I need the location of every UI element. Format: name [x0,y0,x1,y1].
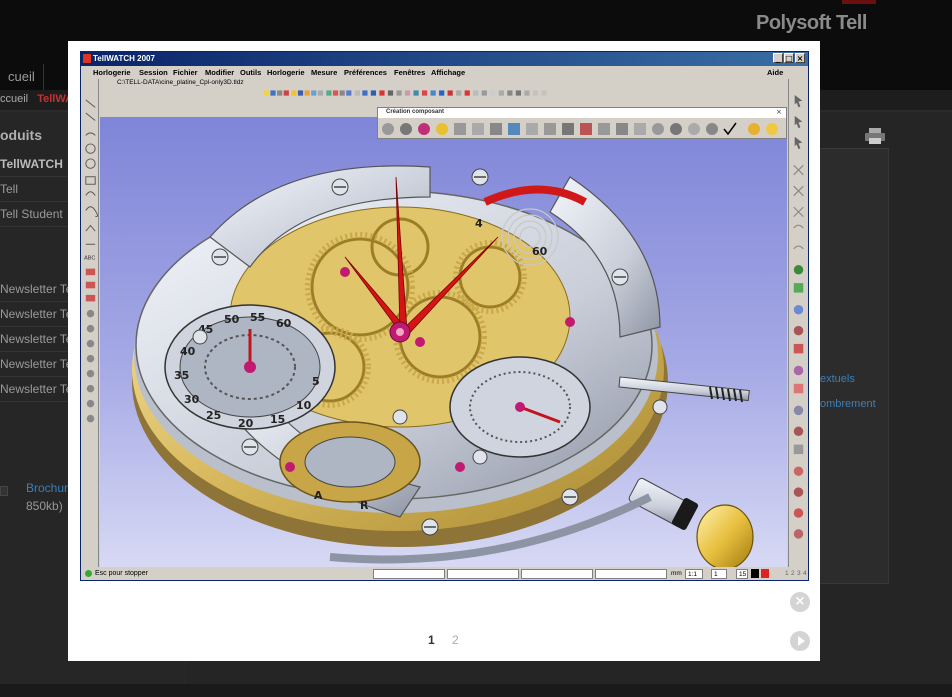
subdial-label: 10 [296,399,312,412]
subdial-label: 40 [180,345,196,358]
close-icon[interactable]: × [790,592,810,612]
minimize-icon[interactable]: _ [773,53,783,63]
app-title: TellWATCH 2007 [93,54,155,63]
menu-session[interactable]: Session [139,68,168,77]
left-toolstrip: ABC [83,79,99,567]
minute-mark-label: 4 [475,217,483,230]
nav-tab-accueil[interactable]: cueil [0,64,44,90]
page-link-2[interactable]: 2 [452,633,459,647]
subdial-label: 60 [276,317,292,330]
svg-text:ABC: ABC [84,255,96,261]
subdial-label: 5 [312,375,320,388]
pagination: 1 2 [428,633,473,647]
rotor-letter: R [360,499,369,512]
watch-movement-render: 60 55 50 45 40 35 30 25 20 15 10 5 4 60 … [132,165,754,567]
palette-title: Création composant [378,108,786,118]
menu-fenetres[interactable]: Fenêtres [394,68,425,77]
component-palette: Création composant × [377,107,787,139]
layer-number[interactable]: 3 [797,570,801,577]
page-footer [0,684,952,697]
close-icon[interactable]: × [795,53,805,63]
menu-outils[interactable]: Outils [240,68,261,77]
subdial-label: 30 [184,393,200,406]
menu-fichier[interactable]: Fichier [173,68,198,77]
right-link-encombrement[interactable]: ombrement [820,398,876,410]
layer-number[interactable]: 4 [803,570,807,577]
menu-affichage[interactable]: Affichage [431,68,465,77]
unit-label: mm [671,570,682,577]
color-swatch-red[interactable] [761,569,769,578]
app-titlebar: TellWATCH 2007 _ □ × [81,52,808,66]
status-field[interactable] [521,569,593,579]
next-icon[interactable] [790,631,810,651]
status-indicator-icon [85,570,92,577]
brochure-size: 850kb) [26,499,63,513]
app-screenshot: TellWATCH 2007 _ □ × Horlogerie Session … [80,51,809,581]
main-toolbar [101,89,716,107]
rotor-letter: A [314,489,323,502]
ratio-field[interactable]: 1:1 [685,569,703,579]
right-panel [815,148,889,584]
palette-tools [382,122,778,136]
right-toolstrip [788,79,808,567]
lightbox: TellWATCH 2007 _ □ × Horlogerie Session … [68,41,820,661]
layer-number[interactable]: 2 [791,570,795,577]
print-icon[interactable] [863,127,887,145]
color-swatch-black[interactable] [751,569,759,578]
3d-viewport[interactable]: 60 55 50 45 40 35 30 25 20 15 10 5 4 60 … [100,117,787,567]
menu-modifier[interactable]: Modifier [205,68,234,77]
menu-horlogerie-2[interactable]: Horlogerie [267,68,305,77]
subdial-label: 55 [250,311,265,324]
page-link-1[interactable]: 1 [428,633,435,647]
subdial-label: 25 [206,409,221,422]
app-logo-icon [83,54,91,63]
close-icon[interactable]: × [776,109,784,117]
subdial-label: 15 [270,413,285,426]
minute-mark-label: 60 [532,245,548,258]
subdial-label: 35 [174,369,189,382]
sidebar-title: oduits [0,127,42,143]
brand-logo: Polysoft Tell [756,12,867,34]
brochure-link[interactable]: Brochur [26,481,68,495]
document-path: C:\TELL-DATA\cine_platine_Cpl-only3D.tld… [117,79,244,86]
status-field[interactable] [373,569,445,579]
app-statusbar: Esc pour stopper mm 1:1 1 15 1 2 3 4 [81,567,808,580]
subdial-label: 50 [224,313,240,326]
menu-preferences[interactable]: Préférences [344,68,387,77]
count-field[interactable]: 15 [736,569,748,579]
status-text: Esc pour stopper [95,570,148,577]
document-icon [0,486,8,496]
right-link-textuels[interactable]: extuels [820,373,855,385]
layer-number[interactable]: 1 [785,570,789,577]
menu-mesure[interactable]: Mesure [311,68,337,77]
app-menubar: Horlogerie Session Fichier Modifier Outi… [81,66,808,78]
subdial-label: 20 [238,417,254,430]
maximize-icon[interactable]: □ [784,53,794,63]
status-field[interactable] [447,569,519,579]
step-field[interactable]: 1 [711,569,727,579]
brand-accent [842,0,876,4]
status-field[interactable] [595,569,667,579]
menu-horlogerie[interactable]: Horlogerie [93,68,131,77]
breadcrumb-home[interactable]: ccueil [0,93,28,105]
menu-aide[interactable]: Aide [767,68,783,77]
